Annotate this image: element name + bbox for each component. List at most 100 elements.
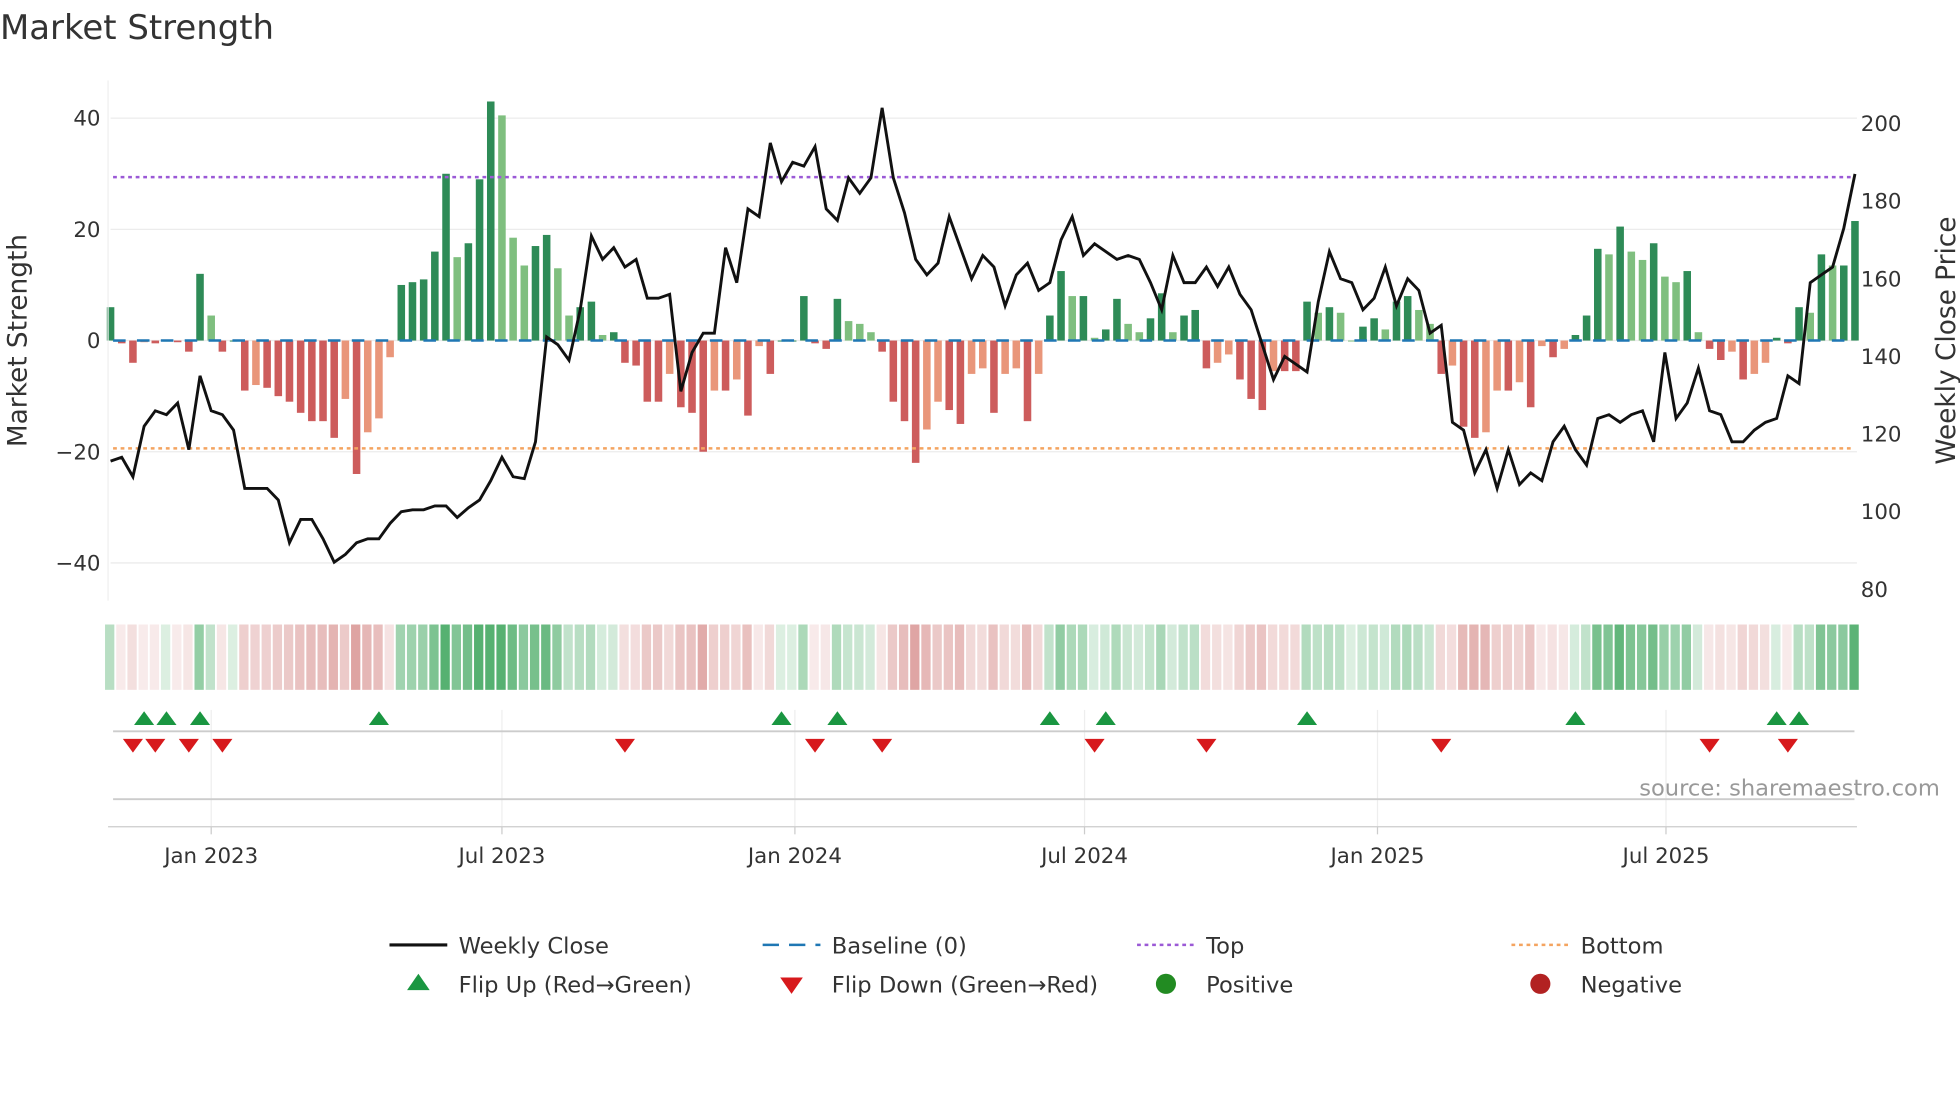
strip-cell — [1335, 624, 1345, 690]
strength-bar — [296, 340, 305, 413]
strength-bar — [967, 340, 976, 374]
strength-bar — [308, 340, 316, 422]
strength-bar — [721, 340, 730, 391]
strength-bar — [196, 273, 204, 341]
strength-bar — [1325, 307, 1334, 341]
strength-bar — [1560, 340, 1568, 349]
strip-cell — [1402, 624, 1412, 690]
strength-bar — [1101, 329, 1110, 341]
strip-cell — [932, 624, 942, 690]
flip-up-marker — [368, 711, 389, 726]
market-strength-chart: Market Strength 40200−20−402001801601401… — [0, 8, 1960, 999]
strength-bar — [978, 340, 987, 369]
strength-bar — [1627, 251, 1636, 341]
strength-bar — [240, 340, 249, 391]
strip-cell — [160, 624, 171, 690]
flip-up-marker — [1296, 711, 1318, 726]
strength-bar — [744, 340, 752, 416]
strip-cell — [1581, 624, 1591, 690]
x-tick-label: Jan 2023 — [162, 844, 258, 869]
strip-cell — [910, 624, 920, 690]
strength-bar — [1515, 340, 1524, 383]
strip-cell — [1692, 624, 1703, 690]
strength-bar — [274, 340, 283, 397]
strip-cell — [966, 624, 976, 690]
y-axis-title: Market Strength — [3, 234, 33, 447]
strength-bar — [1817, 254, 1826, 341]
strip-cell — [1077, 624, 1088, 690]
flip-down-marker — [1196, 738, 1217, 753]
y-tick-label: 40 — [73, 107, 100, 132]
x-tick-label: Jul 2024 — [1039, 844, 1128, 869]
strength-bar — [475, 179, 484, 341]
strip-cell — [630, 624, 640, 690]
strip-cell — [1245, 624, 1255, 690]
strip-cell — [1357, 624, 1367, 690]
strip-cell — [1267, 624, 1278, 690]
strength-bar — [1526, 340, 1535, 408]
strength-bar — [699, 340, 707, 452]
strength-bar — [1012, 340, 1021, 369]
strength-bar — [408, 282, 417, 341]
flip-down-marker — [804, 738, 826, 753]
strip-cell — [1178, 624, 1188, 690]
strength-bar — [1851, 221, 1859, 341]
strip-cell — [1704, 624, 1714, 690]
strength-bar — [419, 279, 428, 341]
legend: Weekly Close Baseline (0) Top Bottom Flip Up… — [389, 934, 1682, 999]
strip-cell — [1804, 624, 1815, 690]
strength-bar — [1683, 271, 1692, 341]
strength-bar — [1381, 329, 1390, 341]
y-tick-label: 20 — [73, 218, 100, 243]
y2-tick-label: 80 — [1861, 578, 1888, 603]
strip-cell — [977, 624, 987, 690]
strength-bar — [397, 284, 406, 341]
strip-cell — [228, 624, 238, 690]
strength-bar — [129, 340, 137, 363]
strength-bar — [531, 246, 540, 341]
flip-up-marker — [134, 711, 155, 726]
strength-bar — [1448, 340, 1457, 366]
strip-cell — [373, 624, 383, 690]
flip-up-marker — [1095, 711, 1116, 726]
strip-cell — [619, 624, 629, 690]
flip-up-marker — [1565, 711, 1586, 726]
strength-bar — [1638, 259, 1647, 341]
strength-bar — [900, 340, 909, 422]
flip-down-marker — [145, 738, 166, 753]
strip-cell — [574, 624, 584, 690]
flip-down-marker — [1084, 738, 1105, 753]
strip-cell — [1089, 624, 1099, 690]
strip-cell — [1614, 624, 1624, 690]
strength-bar — [207, 315, 215, 341]
strip-cell — [1066, 624, 1076, 690]
strength-bar — [889, 340, 898, 402]
strength-bar — [800, 296, 808, 341]
y2-tick-label: 140 — [1861, 345, 1902, 370]
strip-cell — [887, 624, 898, 690]
strip-cell — [1681, 624, 1692, 690]
strength-bar — [285, 340, 294, 402]
strength-bar — [1482, 340, 1490, 433]
strength-bar — [151, 340, 160, 344]
strip-cell — [820, 624, 830, 690]
strength-bar — [1359, 326, 1367, 341]
strength-bar — [1269, 340, 1278, 372]
strip-cell — [1010, 624, 1021, 690]
strength-bar — [1303, 301, 1311, 341]
strip-cell — [250, 624, 260, 690]
strip-cell — [831, 624, 842, 690]
strip-cell — [1055, 624, 1065, 690]
strength-bar — [218, 340, 227, 352]
strength-bar — [1739, 340, 1747, 380]
strip-cell — [172, 624, 182, 690]
strength-bar — [386, 340, 394, 358]
strip-cell — [1133, 624, 1144, 690]
strip-cell — [1212, 624, 1222, 690]
strip-cell — [306, 624, 316, 690]
strip-cell — [1413, 624, 1423, 690]
y-tick-label: 0 — [87, 329, 101, 354]
strength-bar — [1459, 340, 1468, 427]
strip-cell — [1849, 624, 1859, 690]
strip-cell — [541, 624, 551, 690]
